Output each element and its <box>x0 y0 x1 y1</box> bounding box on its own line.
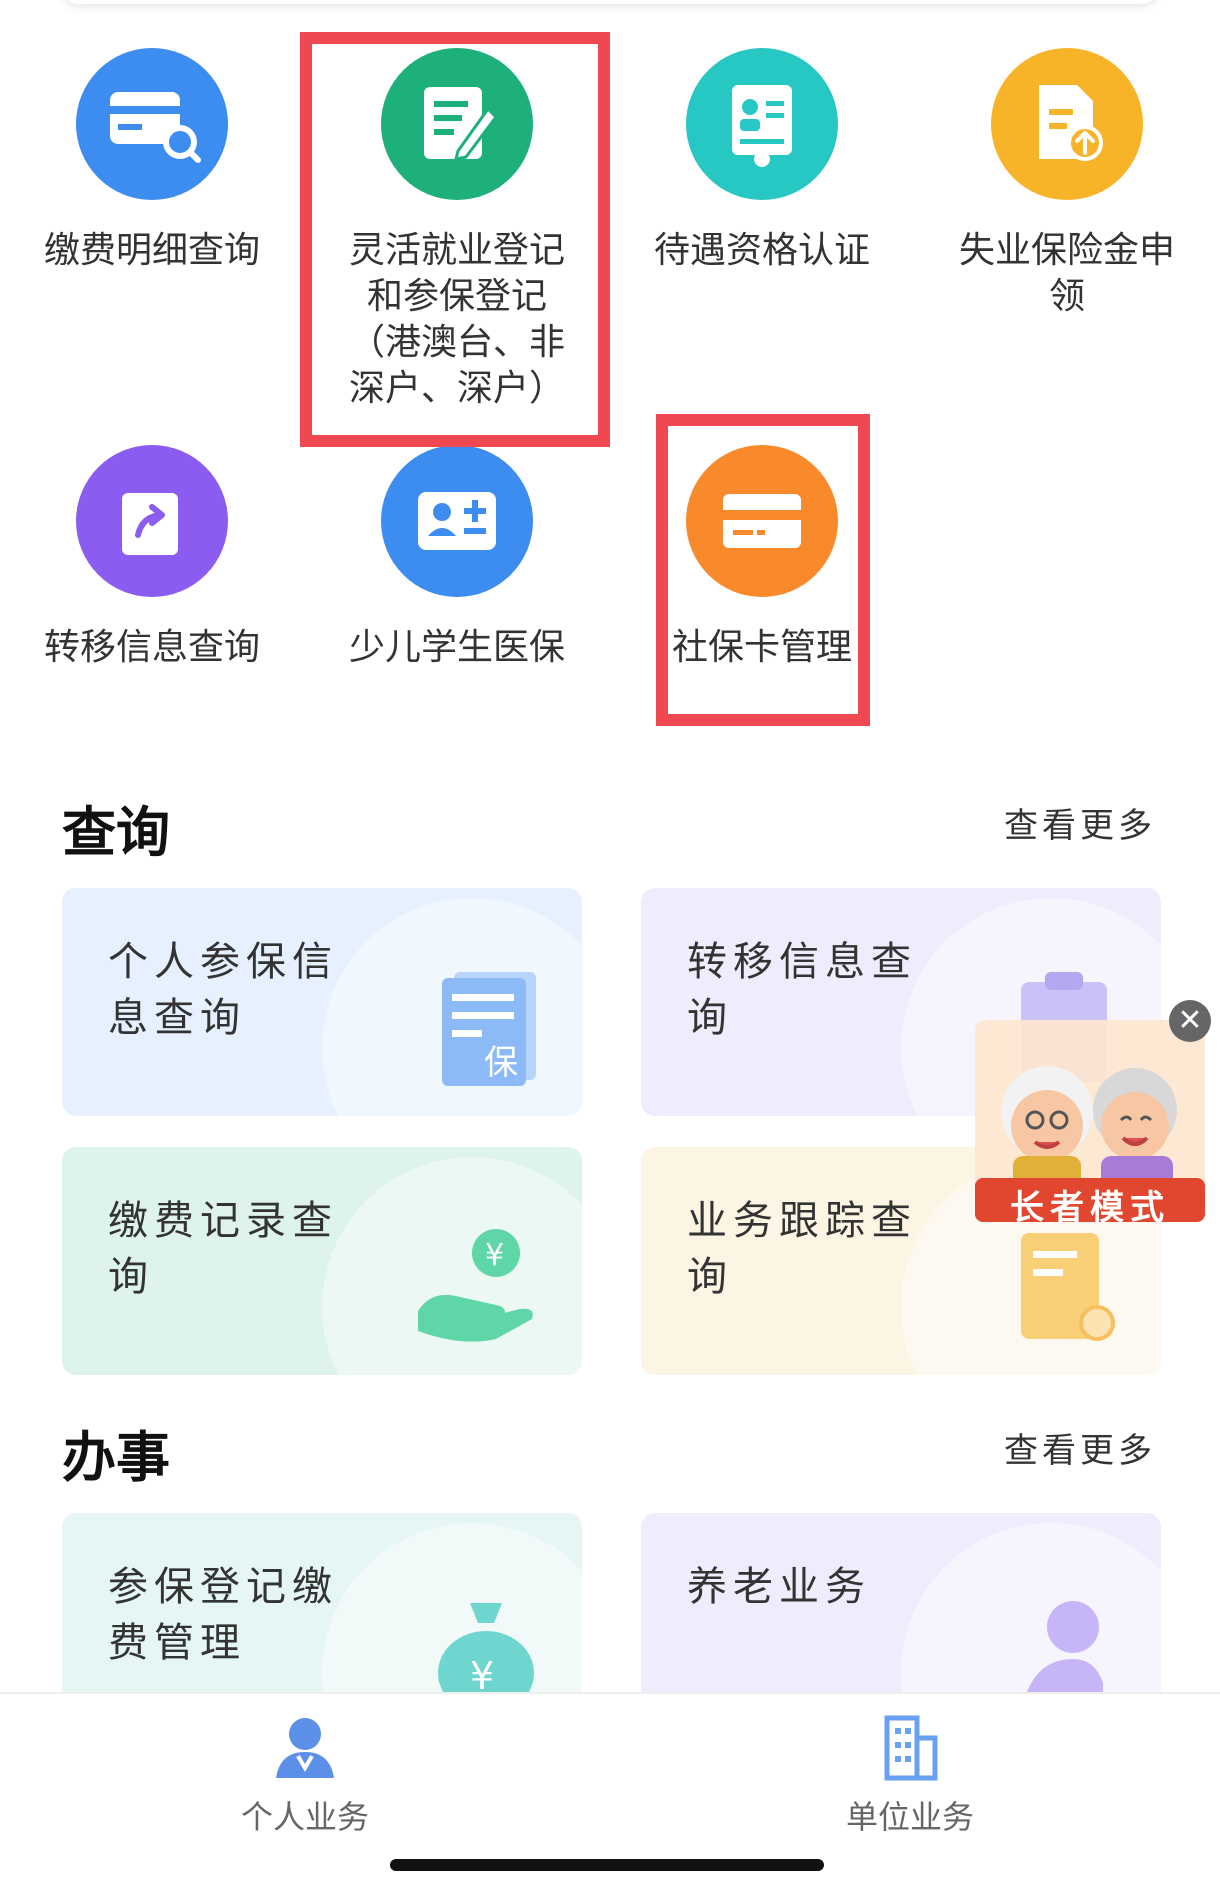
close-icon[interactable]: ✕ <box>1169 1000 1211 1042</box>
share-arrow-icon <box>76 445 228 597</box>
nav-label: 个人业务 <box>240 1798 369 1836</box>
service-fee-detail-query[interactable]: 缴费明细查询 <box>2 48 302 274</box>
nav-personal-business[interactable]: 个人业务 <box>205 1712 405 1838</box>
card-label: 缴费记录查询 <box>108 1198 338 1300</box>
service-label: 转移信息查询 <box>43 627 260 668</box>
service-label: 失业保险金申领 <box>958 230 1175 317</box>
service-benefit-qualification[interactable]: 待遇资格认证 <box>612 48 912 274</box>
top-card-edge <box>60 0 1160 4</box>
elder-mode-widget[interactable]: 长者模式 ✕ <box>975 1000 1211 1228</box>
svg-text:保: 保 <box>484 1043 518 1083</box>
service-label: 缴费明细查询 <box>43 230 260 271</box>
highlight-box <box>656 414 870 726</box>
building-icon <box>810 1712 1010 1786</box>
document-upload-icon <box>991 48 1143 200</box>
section-title-query: 查询 <box>62 801 170 864</box>
elder-mode-label: 长者模式 <box>1010 1188 1170 1228</box>
hand-coin-icon: ¥ <box>412 1227 542 1351</box>
service-label: 少儿学生医保 <box>348 627 565 668</box>
service-transfer-query[interactable]: 转移信息查询 <box>2 445 302 671</box>
nav-unit-business[interactable]: 单位业务 <box>810 1712 1010 1838</box>
insurance-document-icon: 保 <box>432 968 542 1092</box>
id-certificate-icon <box>686 48 838 200</box>
user-add-card-icon <box>381 445 533 597</box>
view-more-link[interactable]: 查看更多 <box>1004 1423 1156 1472</box>
service-child-student-medical[interactable]: 少儿学生医保 <box>307 445 607 671</box>
svg-text:¥: ¥ <box>485 1238 504 1273</box>
search-card-icon <box>76 48 228 200</box>
card-label: 养老业务 <box>687 1564 871 1610</box>
service-label: 待遇资格认证 <box>653 230 870 271</box>
highlight-box <box>300 32 610 447</box>
view-more-link[interactable]: 查看更多 <box>1004 798 1156 847</box>
card-label: 业务跟踪查询 <box>687 1198 917 1300</box>
section-title-work: 办事 <box>62 1426 170 1489</box>
tracking-document-icon <box>1011 1227 1121 1351</box>
person-icon <box>205 1712 405 1786</box>
home-indicator[interactable] <box>390 1859 824 1871</box>
service-unemployment-claim[interactable]: 失业保险金申领 <box>917 48 1217 320</box>
query-card-payment-record[interactable]: 缴费记录查询 ¥ <box>62 1147 582 1375</box>
card-label: 参保登记缴费管理 <box>108 1564 338 1666</box>
card-label: 个人参保信息查询 <box>108 939 338 1041</box>
query-card-personal-insurance[interactable]: 个人参保信息查询 保 <box>62 888 582 1116</box>
nav-label: 单位业务 <box>845 1798 974 1836</box>
card-label: 转移信息查询 <box>687 939 917 1041</box>
